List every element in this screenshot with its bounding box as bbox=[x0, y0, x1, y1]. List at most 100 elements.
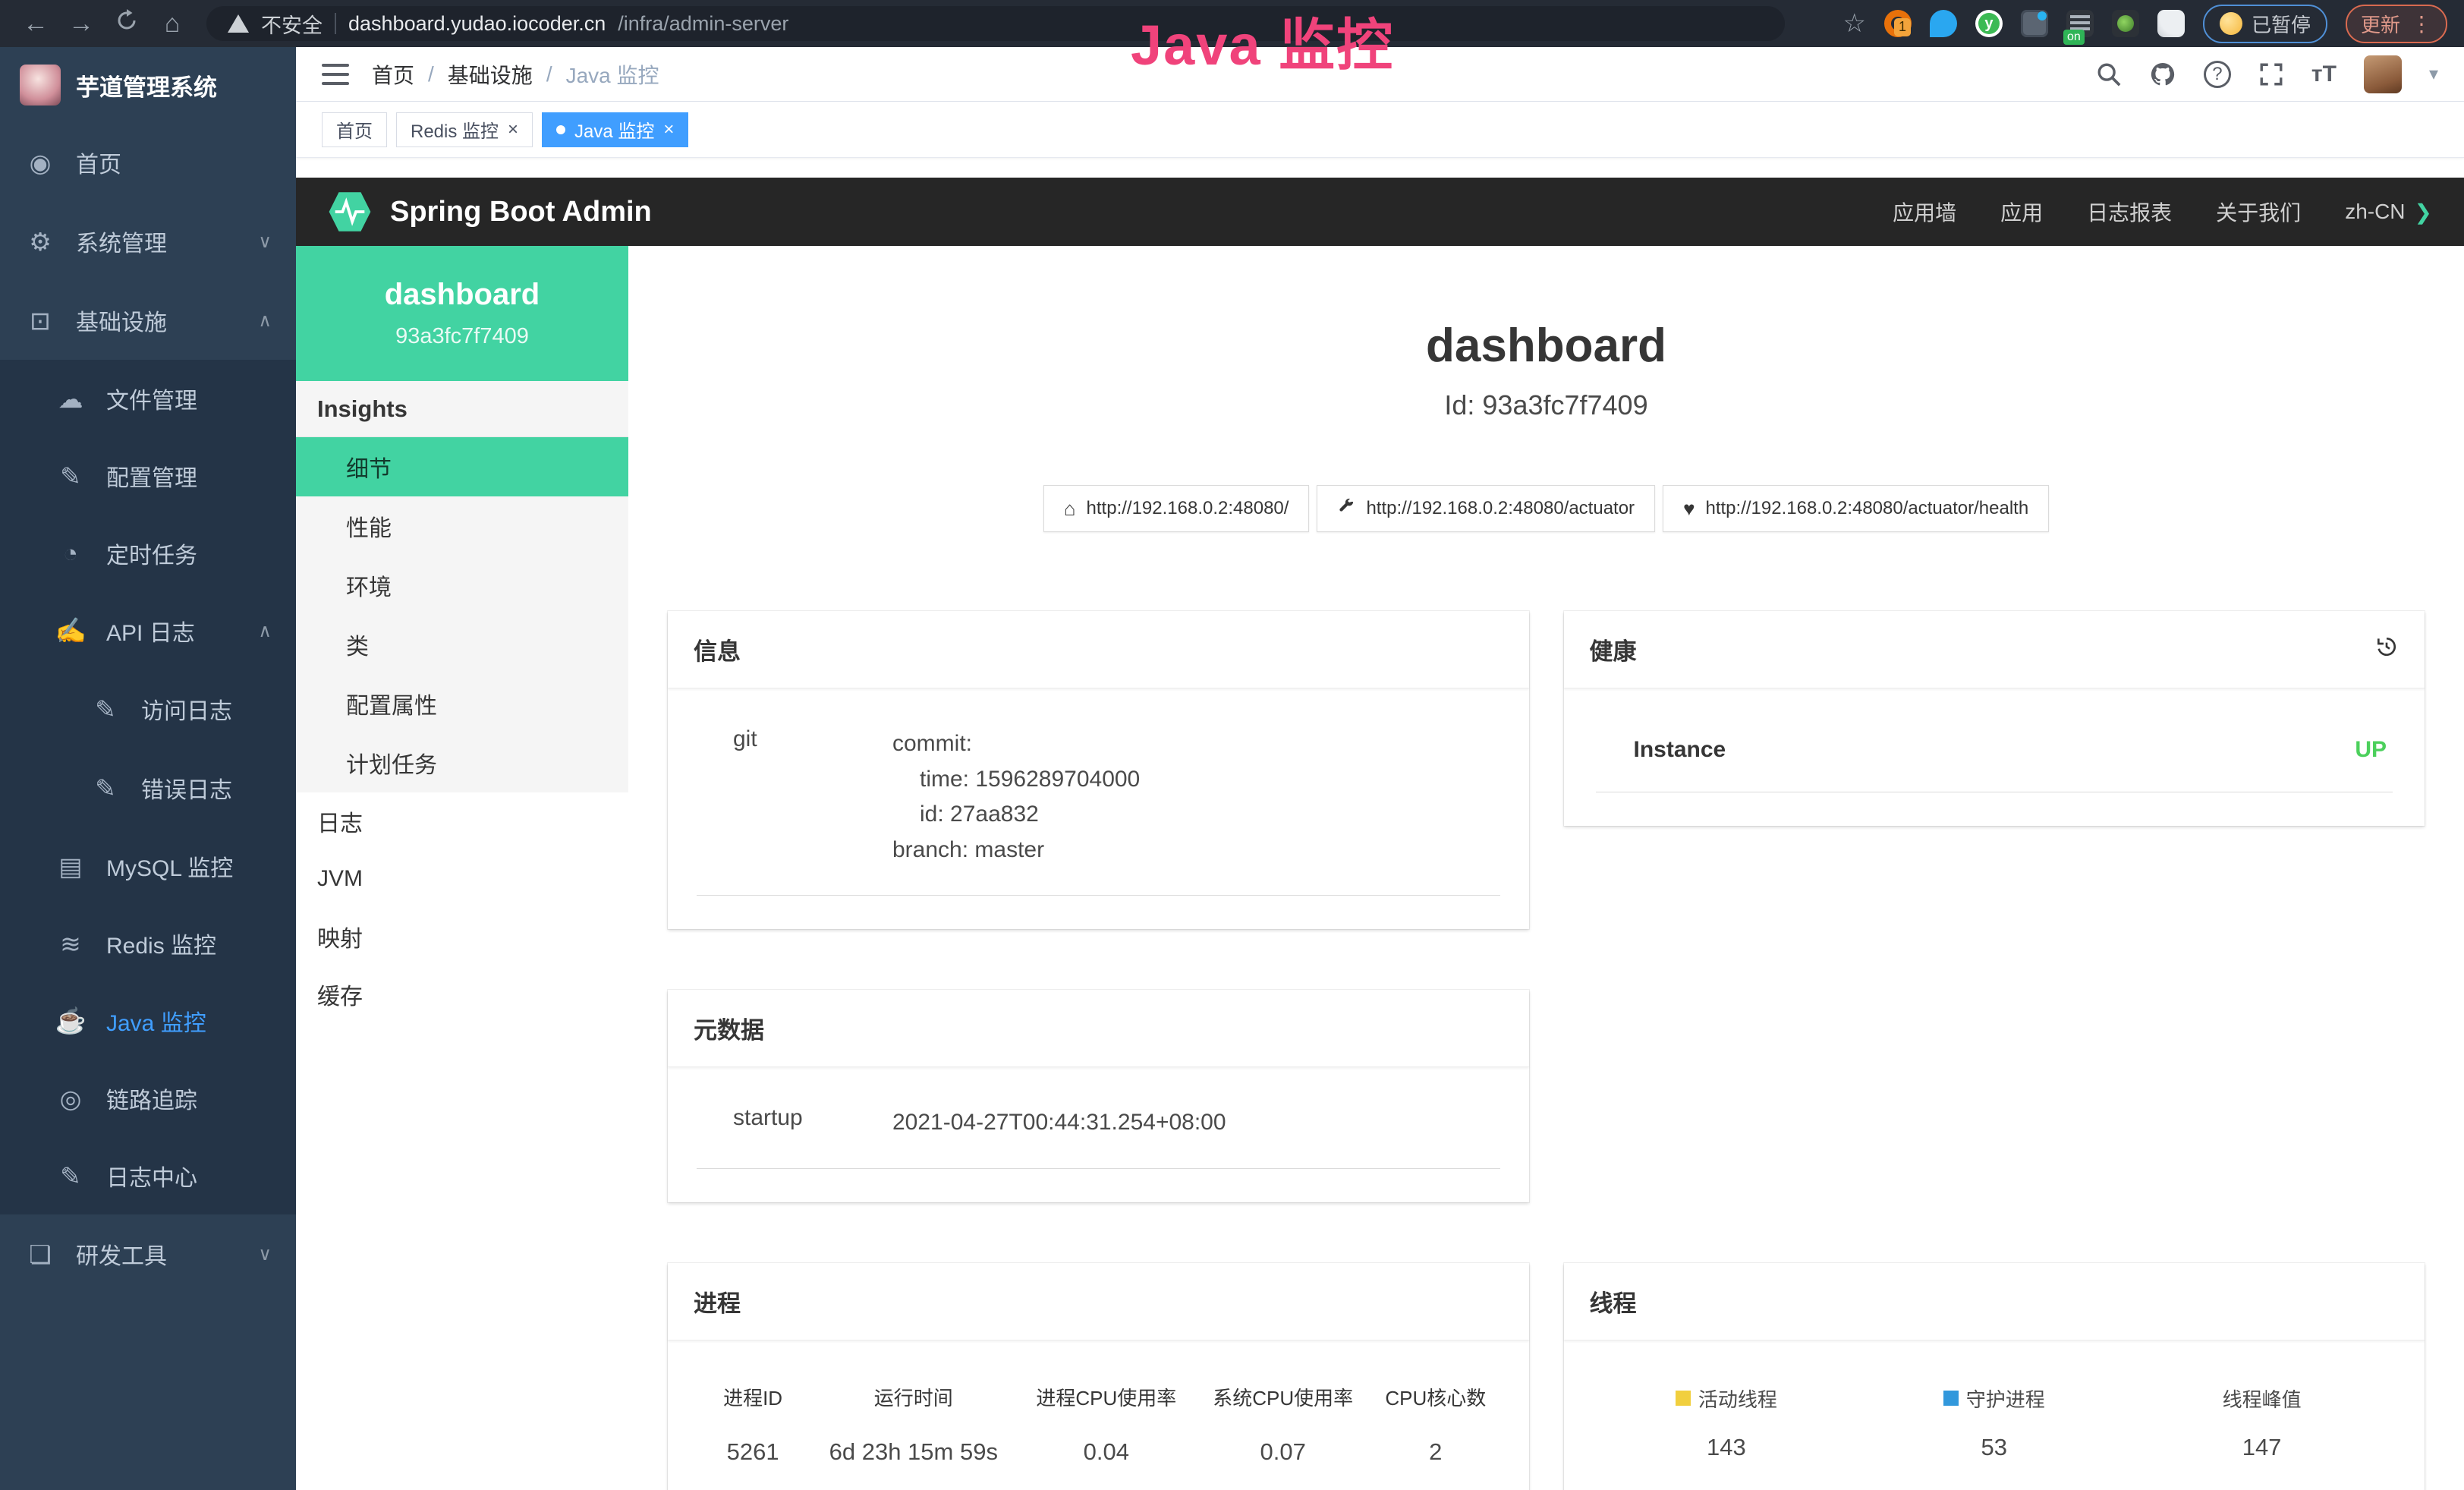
menu-item-caches[interactable]: 缓存 bbox=[296, 966, 628, 1023]
health-instance-label: Instance bbox=[1602, 737, 1726, 763]
breadcrumb: 首页 / 基础设施 / Java 监控 bbox=[372, 59, 659, 90]
url-path: /infra/admin-server bbox=[618, 12, 788, 36]
user-avatar[interactable] bbox=[2364, 55, 2402, 93]
cards-grid: 信息 git commit: time: 1596289704000 id: 2… bbox=[668, 611, 2425, 1490]
sba-link-applications[interactable]: 应用 bbox=[2000, 197, 2043, 227]
metadata-startup-value: 2021-04-27T00:44:31.254+08:00 bbox=[892, 1105, 1226, 1141]
metadata-startup-label: startup bbox=[701, 1105, 892, 1141]
sidebar-item-log-center[interactable]: ✎ 日志中心 bbox=[0, 1137, 296, 1214]
back-icon[interactable]: ← bbox=[17, 9, 55, 39]
url-bar[interactable]: 不安全 dashboard.yudao.iocoder.cn/infra/adm… bbox=[206, 6, 1785, 41]
menu-item-config-props[interactable]: 配置属性 bbox=[296, 674, 628, 733]
font-size-icon[interactable]: тT bbox=[2311, 61, 2337, 87]
endpoint-health-button[interactable]: ♥ http://192.168.0.2:48080/actuator/heal… bbox=[1663, 485, 2049, 532]
process-col-uptime: 运行时间 bbox=[809, 1383, 1018, 1411]
reload-icon[interactable] bbox=[108, 9, 146, 39]
extension-list-icon[interactable]: on bbox=[2066, 10, 2094, 37]
help-icon[interactable]: ? bbox=[2204, 61, 2231, 88]
endpoint-home-button[interactable]: ⌂ http://192.168.0.2:48080/ bbox=[1043, 485, 1310, 532]
menu-item-jvm[interactable]: JVM bbox=[296, 850, 628, 908]
bookmark-star-icon[interactable]: ☆ bbox=[1842, 8, 1865, 39]
sidebar-item-home[interactable]: ◉ 首页 bbox=[0, 123, 296, 202]
sidebar-item-java-monitor[interactable]: ☕ Java 监控 bbox=[0, 982, 296, 1060]
sba-brand[interactable]: Spring Boot Admin bbox=[328, 190, 652, 234]
sidebar-item-system[interactable]: ⚙ 系统管理 ∨ bbox=[0, 202, 296, 281]
database-icon: ▤ bbox=[55, 852, 87, 881]
menu-item-details[interactable]: 细节 bbox=[296, 437, 628, 496]
spring-boot-admin-frame: Spring Boot Admin 应用墙 应用 日志报表 关于我们 zh-CN… bbox=[296, 178, 2464, 1490]
sidebar-item-config-mgmt[interactable]: ✎ 配置管理 bbox=[0, 437, 296, 515]
tag-java-monitor[interactable]: Java 监控 × bbox=[542, 112, 688, 147]
sidebar-item-redis-monitor[interactable]: ≋ Redis 监控 bbox=[0, 905, 296, 982]
sidebar-item-file-mgmt[interactable]: ☁ 文件管理 bbox=[0, 360, 296, 437]
close-icon[interactable]: × bbox=[508, 119, 518, 140]
close-icon[interactable]: × bbox=[663, 119, 674, 140]
extension-y-icon[interactable]: y bbox=[1975, 10, 2003, 37]
locale-selector[interactable]: zh-CN ❯︎ bbox=[2345, 200, 2432, 225]
menu-item-scheduled-tasks[interactable]: 计划任务 bbox=[296, 733, 628, 792]
annotation-text: Java 监控 bbox=[1131, 0, 1394, 81]
user-caret-icon[interactable]: ▾ bbox=[2429, 63, 2438, 85]
sidebar-item-api-logs[interactable]: ✍ API 日志 ∧ bbox=[0, 592, 296, 669]
paused-profile-pill[interactable]: 已暂停 bbox=[2203, 5, 2327, 43]
admin-sidebar: 芋道管理系统 ◉ 首页 ⚙ 系统管理 ∨ ⊡ 基础设施 ∧ ☁ 文件管理 bbox=[0, 47, 296, 1490]
sidebar-item-access-logs[interactable]: ✎ 访问日志 bbox=[0, 669, 296, 748]
menu-item-metrics[interactable]: 性能 bbox=[296, 496, 628, 556]
sba-link-wallboard[interactable]: 应用墙 bbox=[1893, 197, 1956, 227]
peak-threads-label: 线程峰值 bbox=[2223, 1384, 2302, 1413]
sidebar-item-error-logs[interactable]: ✎ 错误日志 bbox=[0, 748, 296, 827]
hamburger-icon[interactable] bbox=[322, 64, 349, 85]
tags-bar: 首页 Redis 监控 × Java 监控 × bbox=[296, 102, 2464, 158]
instance-header[interactable]: dashboard 93a3fc7f7409 bbox=[296, 246, 628, 381]
process-val-pid: 5261 bbox=[697, 1438, 809, 1466]
sidebar-item-tracing[interactable]: ◎ 链路追踪 bbox=[0, 1060, 296, 1137]
home-icon[interactable]: ⌂ bbox=[153, 9, 191, 39]
menu-item-environment[interactable]: 环境 bbox=[296, 556, 628, 615]
browser-menu-icon[interactable]: ⋮ bbox=[2411, 11, 2432, 36]
wrench-icon bbox=[1337, 497, 1355, 521]
url-host: dashboard.yudao.iocoder.cn bbox=[348, 12, 606, 36]
sba-link-journal[interactable]: 日志报表 bbox=[2087, 197, 2172, 227]
monitor-icon: ⊡ bbox=[24, 306, 56, 335]
extension-grid-icon[interactable] bbox=[2021, 10, 2048, 37]
menu-section-insights: Insights bbox=[296, 381, 628, 437]
menu-item-logs[interactable]: 日志 bbox=[296, 792, 628, 850]
daemon-threads-swatch bbox=[1943, 1391, 1959, 1406]
health-card: 健康 In bbox=[1564, 611, 2425, 826]
security-warning-icon[interactable] bbox=[228, 14, 249, 33]
log-edit-icon: ✍ bbox=[55, 616, 87, 646]
status-badge: UP bbox=[2355, 737, 2387, 763]
extension-leaf-icon[interactable] bbox=[2112, 10, 2139, 37]
sidebar-item-scheduled-jobs[interactable]: ◔ 定时任务 bbox=[0, 515, 296, 592]
active-dot-icon bbox=[556, 125, 565, 134]
info-git-value: commit: time: 1596289704000 id: 27aa832 … bbox=[892, 726, 1140, 868]
sidebar-item-dev-tools[interactable]: ❏ 研发工具 ∨ bbox=[0, 1214, 296, 1293]
breadcrumb-home[interactable]: 首页 bbox=[372, 59, 414, 90]
update-button[interactable]: 更新 ⋮ bbox=[2346, 5, 2447, 43]
breadcrumb-infra[interactable]: 基础设施 bbox=[448, 59, 533, 90]
tag-redis-monitor[interactable]: Redis 监控 × bbox=[396, 112, 533, 147]
forward-icon[interactable]: → bbox=[62, 9, 100, 39]
history-icon[interactable] bbox=[2374, 635, 2399, 665]
process-card: 进程 进程ID 运行时间 进程CPU使用率 系统CPU使用率 CPU核心数 52… bbox=[668, 1263, 1529, 1490]
extensions-puzzle-icon[interactable] bbox=[2157, 10, 2185, 37]
extension-pin-icon[interactable] bbox=[1930, 10, 1957, 37]
menu-item-mappings[interactable]: 映射 bbox=[296, 908, 628, 966]
sidebar-item-mysql-monitor[interactable]: ▤ MySQL 监控 bbox=[0, 827, 296, 905]
endpoint-actuator-button[interactable]: http://192.168.0.2:48080/actuator bbox=[1317, 485, 1655, 532]
info-git-row: git commit: time: 1596289704000 id: 27aa… bbox=[697, 726, 1500, 896]
chevron-down-icon: ∨ bbox=[258, 1243, 272, 1265]
extension-on-badge: on bbox=[2063, 30, 2085, 45]
search-icon[interactable] bbox=[2096, 61, 2122, 87]
sba-navbar: Spring Boot Admin 应用墙 应用 日志报表 关于我们 zh-CN… bbox=[296, 178, 2464, 246]
tag-home[interactable]: 首页 bbox=[322, 112, 387, 147]
home-icon: ⌂ bbox=[1064, 497, 1076, 521]
emoji-face-icon bbox=[2220, 12, 2242, 35]
fullscreen-icon[interactable] bbox=[2258, 61, 2284, 87]
menu-item-classes[interactable]: 类 bbox=[296, 615, 628, 674]
sidebar-item-infra[interactable]: ⊡ 基础设施 ∧ bbox=[0, 281, 296, 360]
heartbeat-icon: ♥ bbox=[1683, 497, 1695, 521]
github-icon[interactable] bbox=[2149, 61, 2176, 88]
sba-link-about[interactable]: 关于我们 bbox=[2216, 197, 2301, 227]
extension-donut-icon[interactable]: 1 bbox=[1884, 10, 1912, 37]
